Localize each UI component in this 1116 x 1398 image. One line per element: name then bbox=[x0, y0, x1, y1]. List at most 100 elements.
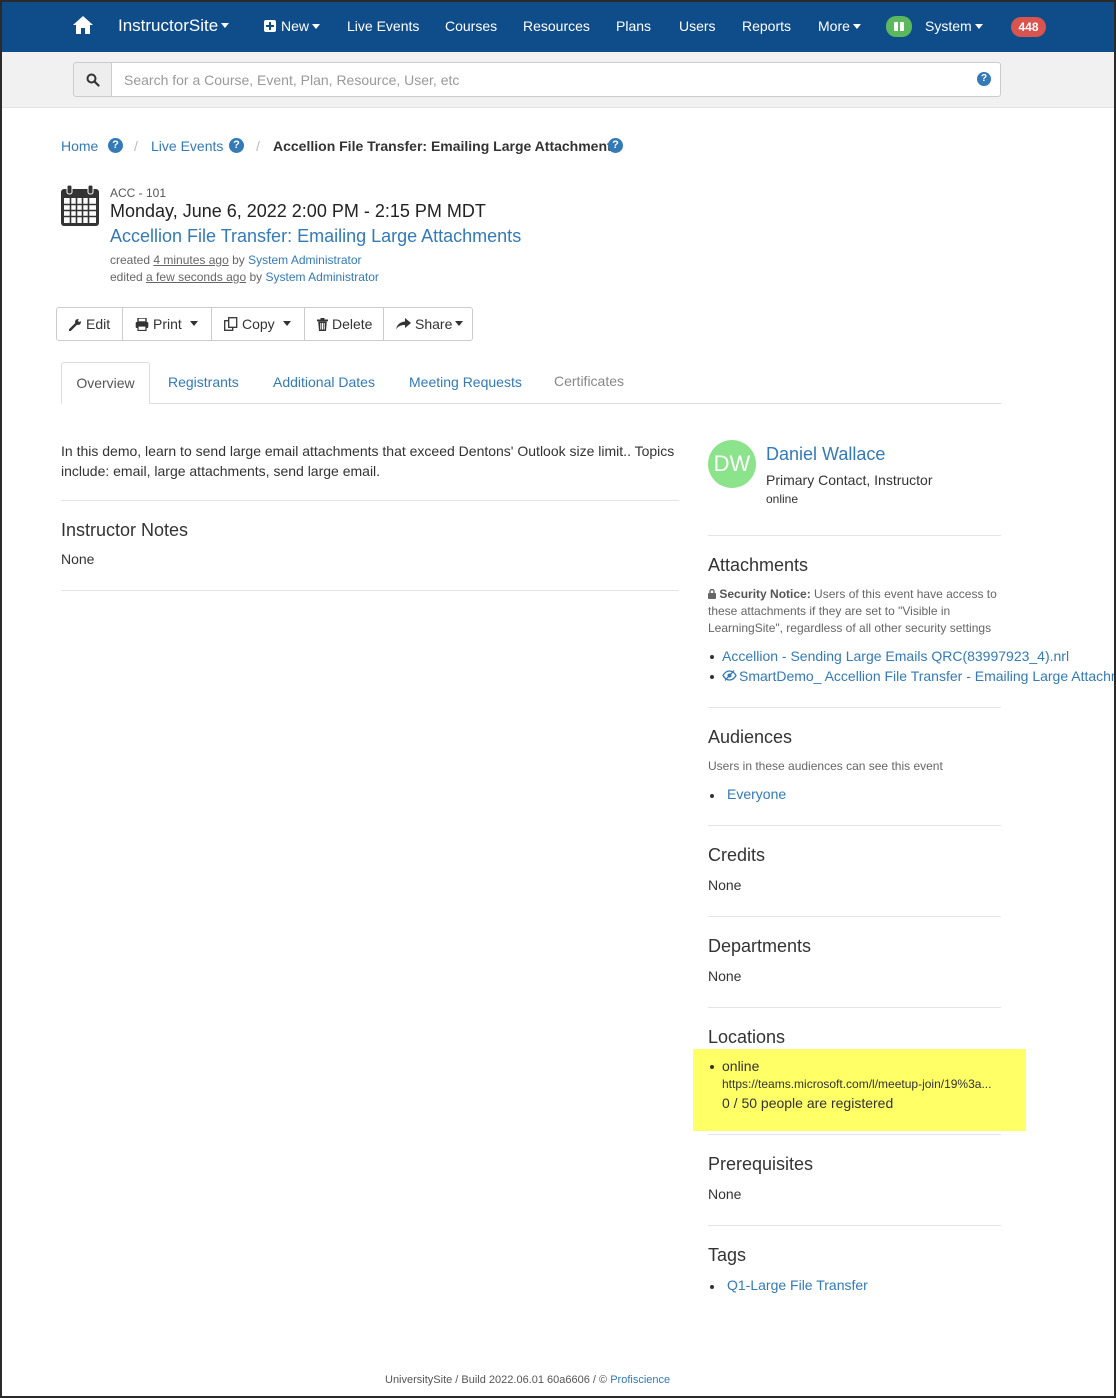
divider bbox=[708, 825, 1001, 826]
attachment-link[interactable]: Accellion - Sending Large Emails QRC(839… bbox=[722, 648, 1069, 664]
event-title[interactable]: Accellion File Transfer: Emailing Large … bbox=[110, 226, 521, 247]
edited-by-link[interactable]: System Administrator bbox=[266, 270, 379, 284]
audience-link[interactable]: Everyone bbox=[727, 786, 786, 802]
top-navbar: InstructorSite New Live Events Courses R… bbox=[0, 0, 1116, 52]
divider bbox=[708, 916, 1001, 917]
divider bbox=[708, 535, 1001, 536]
departments-value: None bbox=[708, 968, 742, 984]
tab-registrants[interactable]: Registrants bbox=[168, 362, 239, 404]
event-description: In this demo, learn to send large email … bbox=[61, 441, 674, 481]
security-notice-text: LearningSite", regardless of all other s… bbox=[708, 621, 992, 635]
chevron-down-icon bbox=[455, 320, 464, 326]
audiences-note: Users in these audiences can see this ev… bbox=[708, 759, 943, 773]
nav-resources[interactable]: Resources bbox=[523, 0, 590, 52]
notification-count-badge[interactable]: 448 bbox=[1011, 17, 1046, 37]
location-url[interactable]: https://teams.microsoft.com/l/meetup-joi… bbox=[722, 1077, 991, 1091]
created-prefix: created bbox=[110, 253, 151, 267]
list-bullet bbox=[710, 655, 714, 659]
departments-heading: Departments bbox=[708, 936, 812, 956]
divider bbox=[61, 500, 679, 501]
live-events-help-icon[interactable]: ? bbox=[229, 138, 244, 153]
list-bullet bbox=[710, 1065, 714, 1069]
chevron-down-icon bbox=[282, 320, 291, 326]
attachments-heading: Attachments bbox=[708, 555, 809, 575]
location-registered: 0 / 50 people are registered bbox=[722, 1095, 894, 1111]
search-input[interactable] bbox=[111, 62, 1001, 97]
by-label: by bbox=[249, 270, 263, 284]
description-line: In this demo, learn to send large email … bbox=[61, 443, 675, 459]
security-notice-text: Users of this event have access to bbox=[814, 587, 997, 601]
chevron-down-icon bbox=[852, 23, 861, 29]
prerequisites-value: None bbox=[708, 1186, 742, 1202]
instructor-notes-heading: Instructor Notes bbox=[61, 520, 189, 540]
created-by-link[interactable]: System Administrator bbox=[248, 253, 361, 267]
delete-button[interactable]: Delete bbox=[305, 308, 384, 340]
tag-link[interactable]: Q1-Large File Transfer bbox=[727, 1277, 868, 1293]
new-menu[interactable]: New bbox=[264, 0, 321, 52]
tab-additional-dates[interactable]: Additional Dates bbox=[273, 362, 375, 404]
by-label: by bbox=[232, 253, 245, 267]
security-notice-label: Security Notice: bbox=[719, 587, 811, 601]
home-icon[interactable] bbox=[72, 0, 94, 52]
nav-courses[interactable]: Courses bbox=[445, 0, 497, 52]
credits-value: None bbox=[708, 877, 742, 893]
trash-icon bbox=[317, 317, 328, 331]
search-help-icon[interactable]: ? bbox=[977, 72, 991, 86]
print-button[interactable]: Print bbox=[123, 308, 212, 340]
contact-name[interactable]: Daniel Wallace bbox=[766, 444, 885, 465]
copy-icon bbox=[224, 317, 238, 331]
event-datetime: Monday, June 6, 2022 2:00 PM - 2:15 PM M… bbox=[110, 201, 486, 221]
footer-link[interactable]: Profiscience bbox=[610, 1374, 670, 1386]
attachment-link[interactable]: SmartDemo_ Accellion File Transfer - Ema… bbox=[739, 668, 1114, 684]
breadcrumb-home[interactable]: Home bbox=[61, 138, 98, 154]
created-line: created 4 minutes ago by System Administ… bbox=[110, 253, 362, 267]
nav-reports[interactable]: Reports bbox=[742, 0, 791, 52]
search-button[interactable] bbox=[73, 62, 112, 97]
list-bullet bbox=[710, 794, 714, 798]
contact-role: Primary Contact, Instructor bbox=[766, 472, 933, 488]
tab-meeting-requests[interactable]: Meeting Requests bbox=[409, 362, 522, 404]
delete-label: Delete bbox=[332, 316, 373, 332]
edit-button[interactable]: Edit bbox=[57, 308, 123, 340]
print-label: Print bbox=[153, 316, 182, 332]
breadcrumb-separator: / bbox=[134, 138, 138, 154]
more-label: More bbox=[818, 18, 850, 34]
home-help-icon[interactable]: ? bbox=[108, 138, 123, 153]
lock-icon bbox=[708, 588, 716, 599]
nav-users[interactable]: Users bbox=[679, 0, 716, 52]
footer-text: UniversitySite / Build 2022.06.01 60a660… bbox=[385, 1374, 608, 1386]
created-time: 4 minutes ago bbox=[153, 253, 229, 267]
credits-heading: Credits bbox=[708, 845, 766, 865]
more-menu[interactable]: More bbox=[818, 0, 861, 52]
nav-live-events[interactable]: Live Events bbox=[347, 0, 419, 52]
divider bbox=[708, 1007, 1001, 1008]
edit-label: Edit bbox=[86, 316, 111, 332]
event-toolbar: Edit Print Copy Delete Share bbox=[56, 307, 473, 341]
tab-overview[interactable]: Overview bbox=[61, 362, 150, 404]
share-label: Share bbox=[415, 316, 453, 332]
attachment-link-wrap: SmartDemo_ Accellion File Transfer - Ema… bbox=[739, 668, 1114, 684]
breadcrumb-live-events[interactable]: Live Events bbox=[151, 137, 223, 155]
contact-status: online bbox=[766, 492, 799, 506]
description-line: include: email, large attachments, send … bbox=[61, 463, 381, 479]
chevron-down-icon bbox=[221, 23, 230, 29]
chevron-down-icon bbox=[312, 23, 321, 29]
gift-icon[interactable] bbox=[886, 16, 912, 37]
chevron-down-icon bbox=[974, 23, 983, 29]
eye-slash-icon bbox=[722, 670, 737, 681]
copy-button[interactable]: Copy bbox=[212, 308, 305, 340]
location-name: online bbox=[722, 1058, 760, 1074]
share-button[interactable]: Share bbox=[384, 308, 472, 340]
instructor-notes-value: None bbox=[61, 551, 95, 567]
breadcrumb-separator: / bbox=[256, 138, 260, 154]
system-menu[interactable]: System bbox=[925, 0, 983, 52]
printer-icon bbox=[135, 317, 149, 331]
locations-heading: Locations bbox=[708, 1027, 786, 1047]
tab-certificates: Certificates bbox=[554, 373, 625, 389]
nav-plans[interactable]: Plans bbox=[616, 0, 651, 52]
brand-menu[interactable]: InstructorSite bbox=[118, 0, 230, 52]
plus-square-icon bbox=[264, 20, 276, 33]
current-help-icon[interactable]: ? bbox=[608, 138, 623, 153]
divider bbox=[708, 707, 1001, 708]
security-notice-text: these attachments if they are set to "Vi… bbox=[708, 604, 951, 618]
